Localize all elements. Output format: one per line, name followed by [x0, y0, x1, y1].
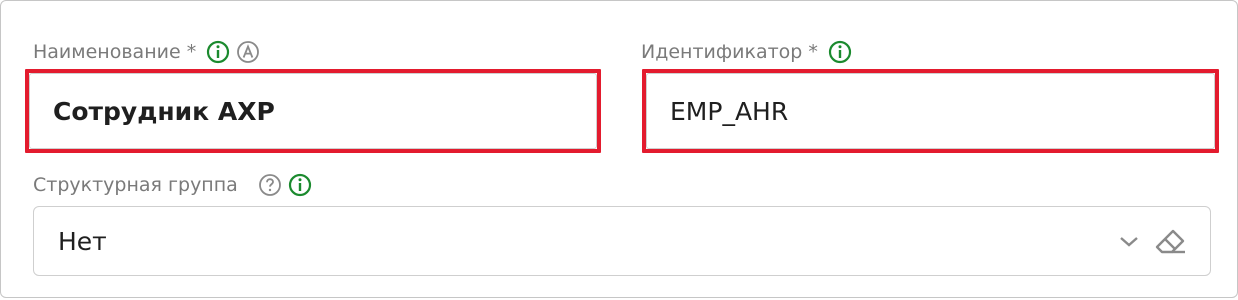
id-label-row: Идентификатор *: [641, 37, 858, 67]
name-value: Сотрудник АХР: [53, 96, 275, 126]
id-value: EMP_AHR: [670, 96, 789, 126]
group-label-row: Структурная группа: [33, 170, 318, 200]
name-label: Наименование *: [33, 41, 197, 63]
group-label: Структурная группа: [33, 174, 238, 196]
chevron-down-icon[interactable]: [1118, 230, 1140, 252]
id-input[interactable]: EMP_AHR: [642, 69, 1219, 153]
info-icon[interactable]: [828, 40, 852, 64]
form-card: Наименование * Сотрудник АХР Идентификат…: [0, 0, 1238, 298]
name-label-row: Наименование *: [33, 37, 266, 67]
group-select[interactable]: Нет: [33, 206, 1211, 276]
name-input[interactable]: Сотрудник АХР: [25, 69, 601, 153]
help-icon[interactable]: [258, 173, 282, 197]
auto-translate-icon[interactable]: [236, 40, 260, 64]
id-label: Идентификатор *: [641, 41, 818, 63]
info-icon[interactable]: [288, 173, 312, 197]
group-value: Нет: [58, 226, 107, 256]
info-icon[interactable]: [206, 40, 230, 64]
eraser-icon[interactable]: [1152, 222, 1190, 260]
